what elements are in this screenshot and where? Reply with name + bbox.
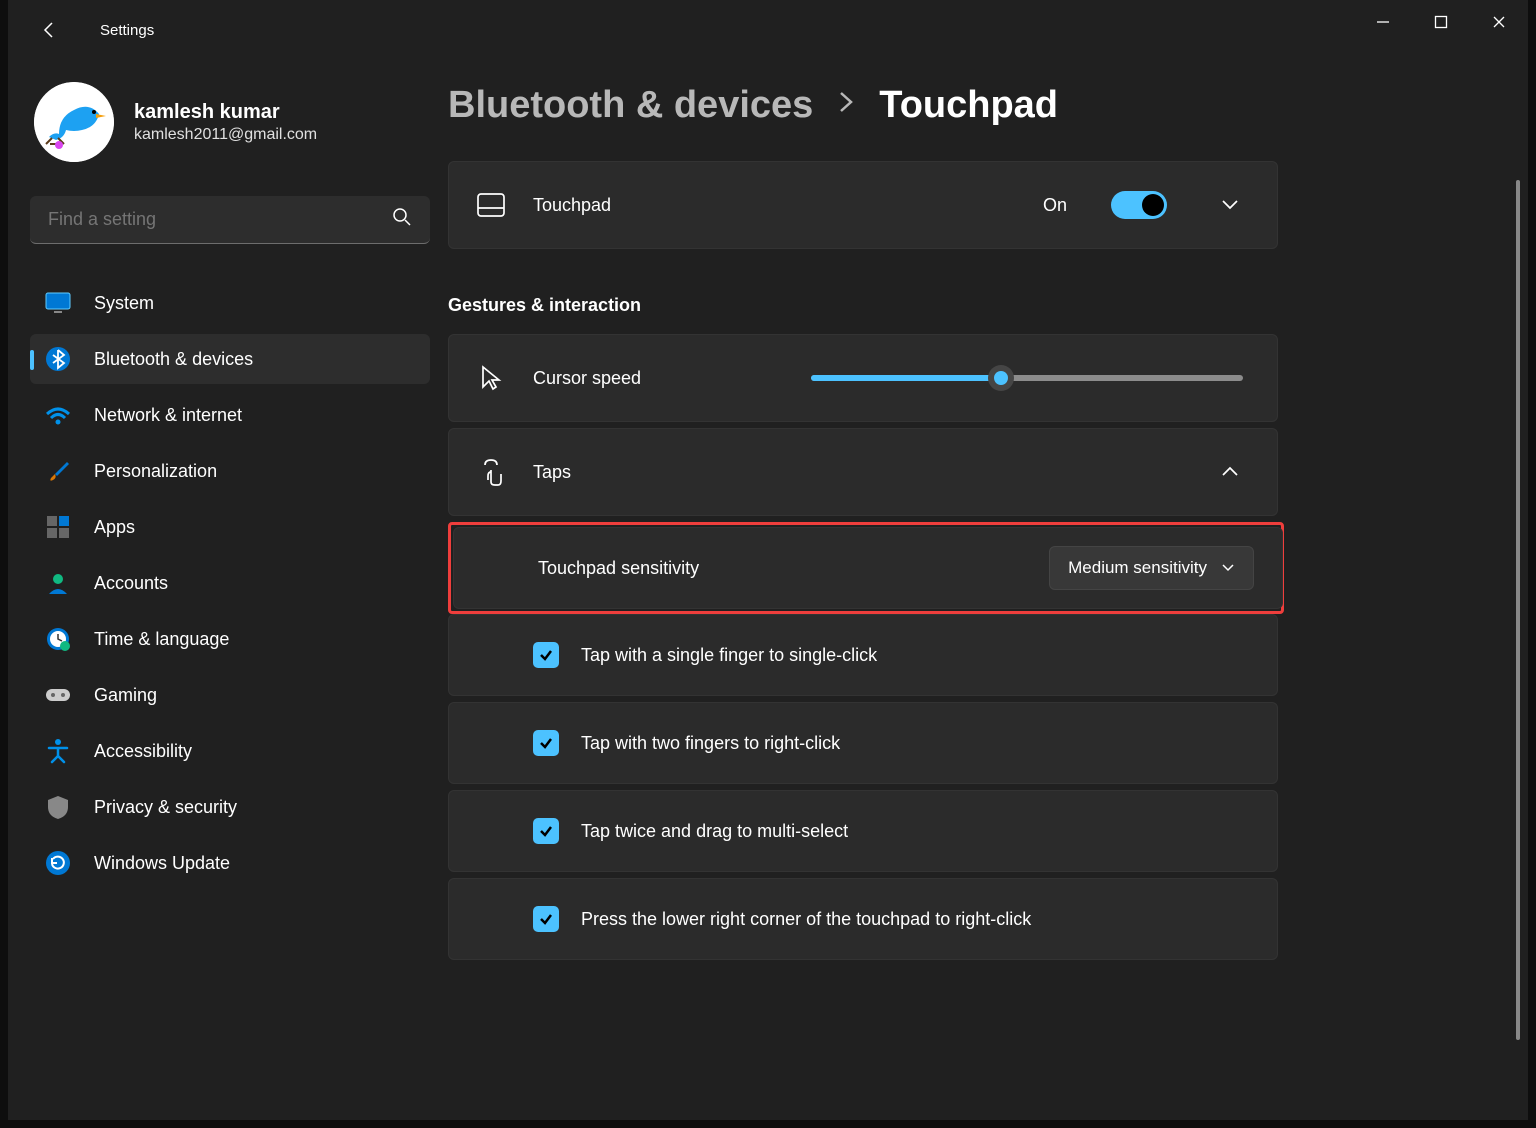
tap-option-row: Tap with two fingers to right-click — [448, 702, 1278, 784]
nav-label: Bluetooth & devices — [94, 349, 253, 370]
tap-option-row: Press the lower right corner of the touc… — [448, 878, 1278, 960]
tap-option-row: Tap twice and drag to multi-select — [448, 790, 1278, 872]
sensitivity-row: Touchpad sensitivity Medium sensitivity — [453, 527, 1283, 609]
sensitivity-dropdown[interactable]: Medium sensitivity — [1049, 546, 1254, 590]
search-box[interactable] — [30, 196, 430, 244]
profile-name: kamlesh kumar — [134, 101, 317, 124]
section-heading: Gestures & interaction — [448, 295, 1522, 316]
titlebar: Settings — [8, 0, 1528, 60]
search-icon — [392, 207, 412, 232]
scrollbar[interactable] — [1516, 180, 1520, 1040]
shield-icon — [44, 793, 72, 821]
wifi-icon — [44, 401, 72, 429]
nav-label: Windows Update — [94, 853, 230, 874]
checkbox[interactable] — [533, 642, 559, 668]
highlight-annotation: Touchpad sensitivity Medium sensitivity — [448, 522, 1284, 614]
slider-thumb[interactable] — [988, 365, 1014, 391]
sidebar-item-system[interactable]: System — [30, 278, 430, 328]
sidebar-item-time[interactable]: Time & language — [30, 614, 430, 664]
nav-label: Network & internet — [94, 405, 242, 426]
system-icon — [44, 289, 72, 317]
taps-label: Taps — [533, 462, 1167, 483]
nav-label: Time & language — [94, 629, 229, 650]
nav-label: System — [94, 293, 154, 314]
checkbox[interactable] — [533, 906, 559, 932]
profile[interactable]: kamlesh kumar kamlesh2011@gmail.com — [34, 82, 430, 162]
sidebar: kamlesh kumar kamlesh2011@gmail.com Syst… — [8, 60, 448, 1120]
update-icon — [44, 849, 72, 877]
touchpad-label: Touchpad — [533, 195, 1015, 216]
gamepad-icon — [44, 681, 72, 709]
nav-label: Accounts — [94, 573, 168, 594]
maximize-button[interactable] — [1412, 0, 1470, 44]
chevron-right-icon — [837, 89, 855, 122]
option-label: Press the lower right corner of the touc… — [581, 909, 1031, 930]
window-title: Settings — [100, 22, 154, 39]
back-button[interactable] — [36, 16, 64, 44]
sidebar-item-network[interactable]: Network & internet — [30, 390, 430, 440]
touchpad-icon — [477, 193, 505, 217]
touchpad-panel: Touchpad On — [448, 161, 1278, 249]
touchpad-toggle[interactable] — [1111, 191, 1167, 219]
nav-label: Apps — [94, 517, 135, 538]
taps-panel: Taps — [448, 428, 1278, 516]
nav-label: Privacy & security — [94, 797, 237, 818]
checkbox[interactable] — [533, 818, 559, 844]
sidebar-item-privacy[interactable]: Privacy & security — [30, 782, 430, 832]
sidebar-item-personalization[interactable]: Personalization — [30, 446, 430, 496]
option-label: Tap with two fingers to right-click — [581, 733, 840, 754]
cursor-speed-slider[interactable] — [811, 375, 1243, 381]
profile-email: kamlesh2011@gmail.com — [134, 126, 317, 144]
sidebar-item-apps[interactable]: Apps — [30, 502, 430, 552]
nav: System Bluetooth & devices Network & int… — [30, 278, 430, 888]
accessibility-icon — [44, 737, 72, 765]
brush-icon — [44, 457, 72, 485]
close-button[interactable] — [1470, 0, 1528, 44]
sidebar-item-update[interactable]: Windows Update — [30, 838, 430, 888]
chevron-down-icon — [1221, 563, 1235, 573]
cursor-speed-panel: Cursor speed — [448, 334, 1278, 422]
checkbox[interactable] — [533, 730, 559, 756]
sensitivity-label: Touchpad sensitivity — [538, 558, 1027, 579]
sidebar-item-gaming[interactable]: Gaming — [30, 670, 430, 720]
breadcrumb: Bluetooth & devices Touchpad — [448, 84, 1522, 127]
bluetooth-icon — [44, 345, 72, 373]
toggle-state: On — [1043, 195, 1067, 216]
expand-button[interactable] — [1211, 186, 1249, 224]
breadcrumb-current: Touchpad — [879, 84, 1058, 127]
cursor-icon — [477, 364, 505, 392]
content: Bluetooth & devices Touchpad Touchpad On… — [448, 60, 1528, 1120]
sidebar-item-accounts[interactable]: Accounts — [30, 558, 430, 608]
avatar — [34, 82, 114, 162]
nav-label: Accessibility — [94, 741, 192, 762]
tap-option-row: Tap with a single finger to single-click — [448, 614, 1278, 696]
search-input[interactable] — [48, 209, 392, 230]
apps-icon — [44, 513, 72, 541]
option-label: Tap with a single finger to single-click — [581, 645, 877, 666]
sidebar-item-accessibility[interactable]: Accessibility — [30, 726, 430, 776]
option-label: Tap twice and drag to multi-select — [581, 821, 848, 842]
sidebar-item-bluetooth[interactable]: Bluetooth & devices — [30, 334, 430, 384]
dropdown-value: Medium sensitivity — [1068, 558, 1207, 578]
minimize-button[interactable] — [1354, 0, 1412, 44]
nav-label: Personalization — [94, 461, 217, 482]
nav-label: Gaming — [94, 685, 157, 706]
tap-icon — [477, 458, 505, 486]
collapse-button[interactable] — [1211, 453, 1249, 491]
breadcrumb-parent[interactable]: Bluetooth & devices — [448, 84, 813, 127]
person-icon — [44, 569, 72, 597]
cursor-speed-label: Cursor speed — [533, 368, 783, 389]
clock-icon — [44, 625, 72, 653]
